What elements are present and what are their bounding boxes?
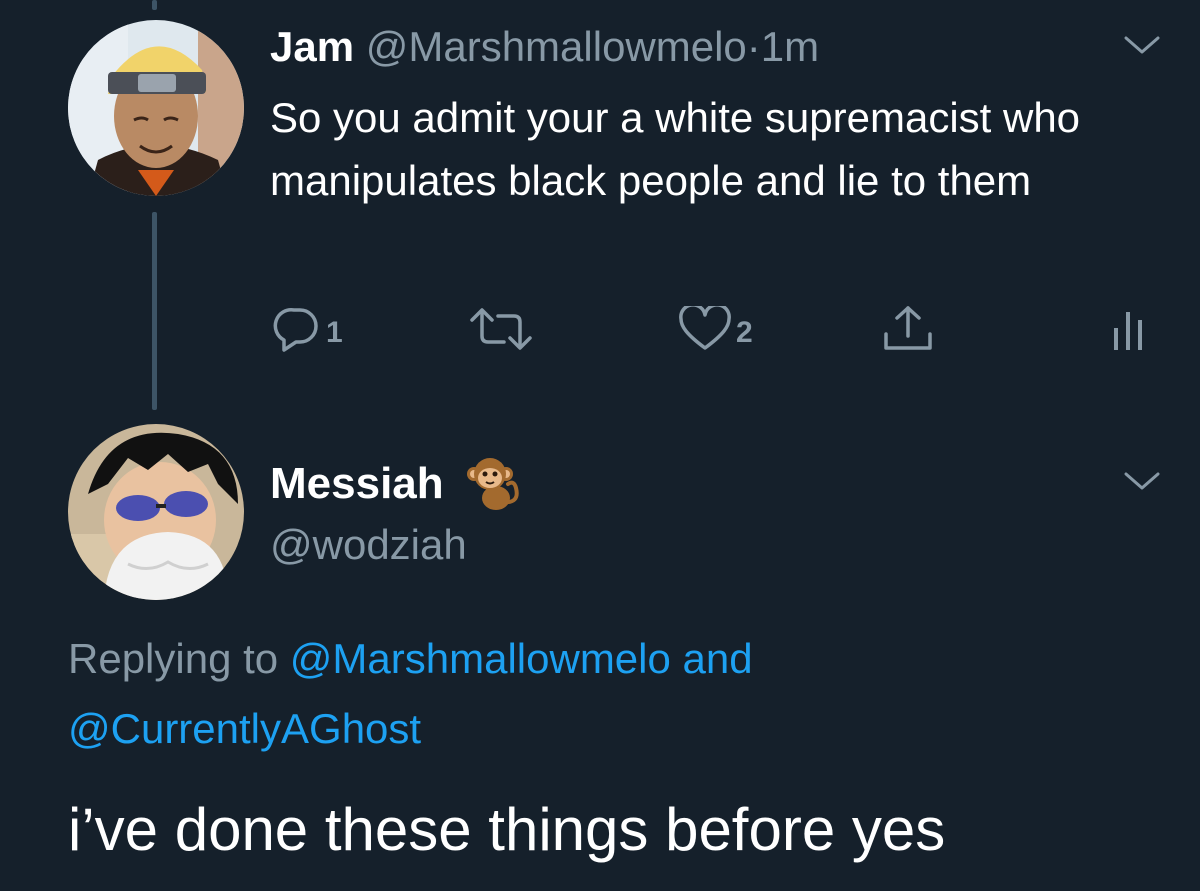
- like-count: 2: [736, 316, 753, 349]
- analytics-icon: [1114, 312, 1142, 350]
- replying-to-line: Replying to @Marshmallowmelo and @Curren…: [68, 624, 1168, 764]
- thread-line: [152, 212, 157, 410]
- retweet-button[interactable]: [468, 304, 534, 354]
- reply-icon: [273, 308, 318, 352]
- tweet2-handle[interactable]: @wodziah: [270, 518, 467, 572]
- replying-user-link-2[interactable]: @CurrentlyAGhost: [68, 705, 421, 752]
- tweet2-display-name[interactable]: Messiah: [270, 457, 444, 511]
- avatar-messiah[interactable]: [68, 424, 244, 600]
- monkey-emoji-icon: [466, 458, 519, 510]
- heart-icon: [679, 306, 731, 350]
- tweet1-time[interactable]: 1m: [761, 23, 819, 70]
- avatar-jam[interactable]: [68, 20, 244, 196]
- chevron-down-icon: [1124, 472, 1160, 490]
- share-icon: [884, 306, 932, 350]
- tweet1-text: So you admit your a white supremacist wh…: [270, 94, 1081, 204]
- analytics-button[interactable]: [1108, 304, 1148, 354]
- share-button[interactable]: [880, 304, 936, 354]
- tweet1-menu-button[interactable]: [1122, 30, 1162, 60]
- replying-user-link-1[interactable]: @Marshmallowmelo: [290, 635, 671, 682]
- reply-button[interactable]: 1: [272, 304, 343, 354]
- tweet2-menu-button[interactable]: [1122, 466, 1162, 496]
- tweet2-text: i’ve done these things before yes: [68, 796, 946, 863]
- tweet1-handle[interactable]: @Marshmallowmelo: [366, 23, 747, 70]
- tweet2-display-name-row: Messiah: [270, 452, 526, 516]
- anime-character-avatar-icon: [68, 424, 244, 600]
- replying-and[interactable]: and: [683, 635, 753, 682]
- retweet-icon: [470, 308, 532, 350]
- tweet1-header: Jam @Marshmallowmelo·1m: [270, 22, 819, 72]
- replying-prefix: Replying to: [68, 635, 279, 682]
- like-button[interactable]: 2: [678, 304, 753, 354]
- reply-count: 1: [326, 316, 343, 349]
- anime-character-avatar-icon: [68, 20, 244, 196]
- chevron-down-icon: [1124, 36, 1160, 54]
- tweet1-separator: ·: [746, 23, 761, 70]
- thread-line-top: [152, 0, 157, 10]
- tweet1-display-name[interactable]: Jam: [270, 23, 354, 70]
